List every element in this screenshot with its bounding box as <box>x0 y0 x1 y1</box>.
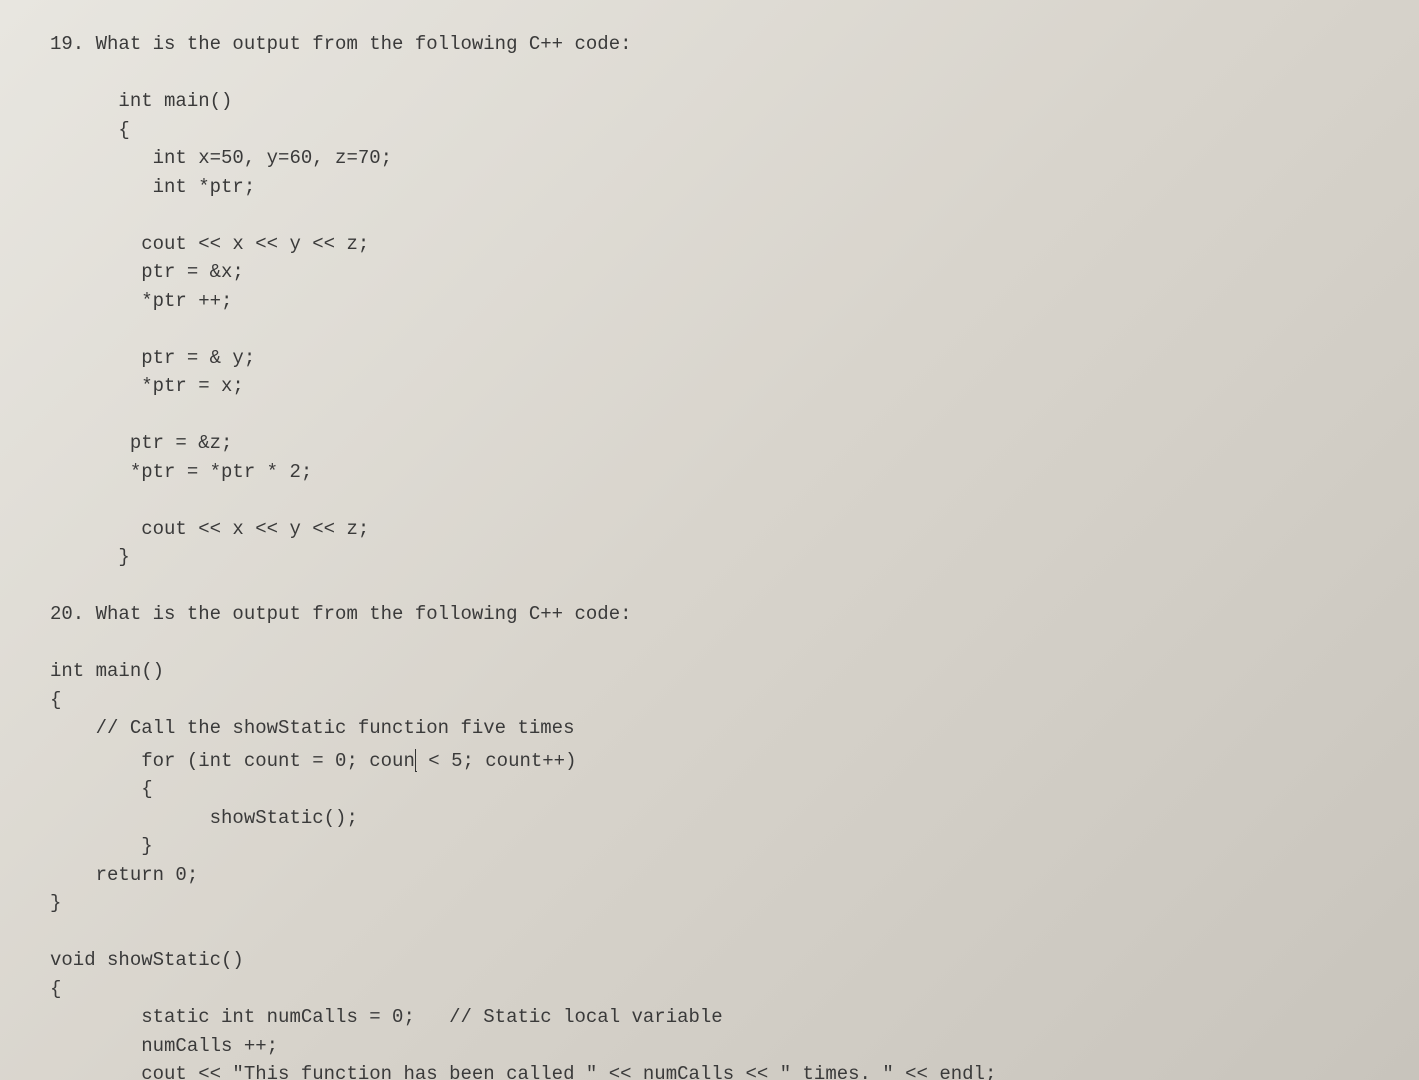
q19-heading: 19. What is the output from the followin… <box>50 33 632 55</box>
q20-for-suffix: < 5; count++) <box>417 750 577 772</box>
q20-heading: 20. What is the output from the followin… <box>50 603 632 625</box>
text-cursor-icon <box>415 749 417 772</box>
q20-code-a: int main() { // Call the showStatic func… <box>50 660 575 739</box>
q19-code: int main() { int x=50, y=60, z=70; int *… <box>50 90 392 568</box>
document-page: 19. What is the output from the followin… <box>0 0 1419 1080</box>
q20-for-prefix: for (int count = 0; coun <box>50 750 415 772</box>
q20-code-b: { showStatic(); } return 0; } void showS… <box>50 778 996 1080</box>
